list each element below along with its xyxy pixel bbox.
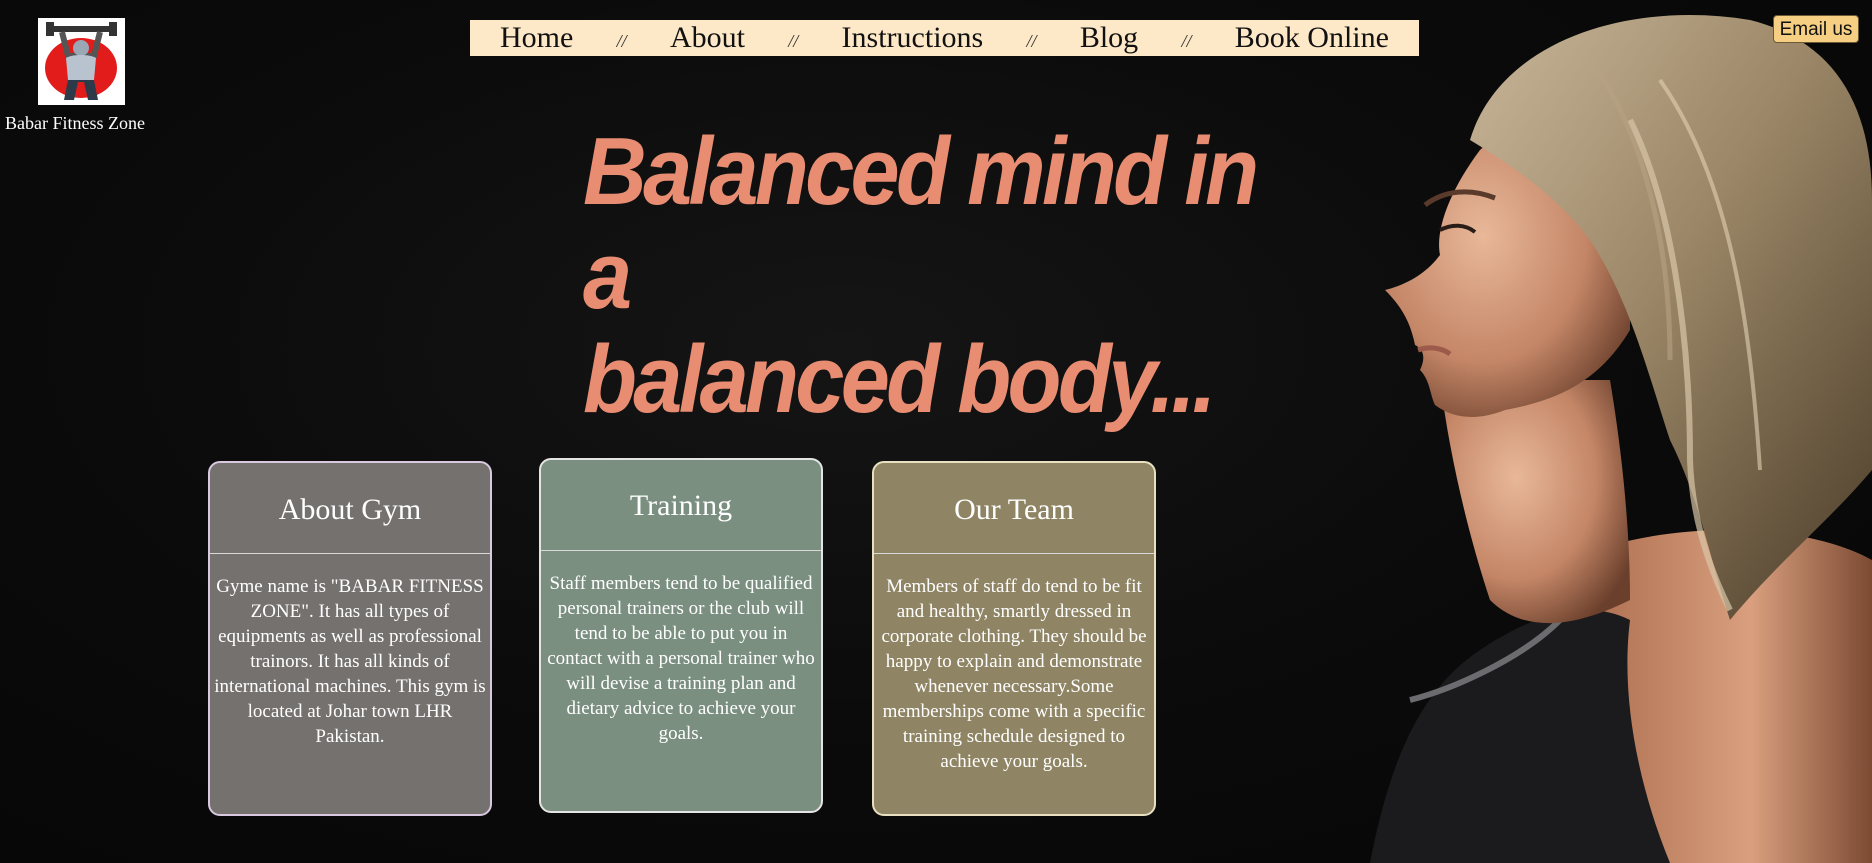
about-gym-card: About Gym Gyme name is "BABAR FITNESS ZO… <box>208 461 492 816</box>
hero-woman-image <box>1370 15 1872 863</box>
weightlifter-logo-icon[interactable] <box>38 18 125 105</box>
brand-name: Babar Fitness Zone <box>5 113 145 133</box>
nav-instructions-link[interactable]: Instructions <box>842 20 984 56</box>
nav-separator: // <box>1026 31 1037 51</box>
card-body: Members of staff do tend to be fit and h… <box>881 576 1147 772</box>
our-team-card: Our Team Members of staff do tend to be … <box>872 461 1156 816</box>
main-nav: Home // About // Instructions // Blog //… <box>470 20 1419 56</box>
hero-headline-line1: Balanced mind in a <box>583 118 1259 329</box>
nav-separator: // <box>788 31 799 51</box>
brand-logo-block[interactable]: Babar Fitness Zone <box>0 18 160 134</box>
card-title: Training <box>541 460 821 551</box>
nav-separator: // <box>616 31 627 51</box>
nav-about-link[interactable]: About <box>670 20 745 56</box>
hero-headline: Balanced mind in a balanced body... <box>583 120 1282 432</box>
card-body: Staff members tend to be qualified perso… <box>547 573 815 744</box>
email-us-button[interactable]: Email us <box>1773 15 1859 43</box>
nav-book-online-link[interactable]: Book Online <box>1235 20 1389 56</box>
hero-headline-line2: balanced body... <box>583 326 1217 433</box>
nav-blog-link[interactable]: Blog <box>1080 20 1138 56</box>
nav-home-link[interactable]: Home <box>500 20 573 56</box>
card-body: Gyme name is "BABAR FITNESS ZONE". It ha… <box>214 576 486 747</box>
card-title: Our Team <box>874 463 1154 554</box>
nav-separator: // <box>1181 31 1192 51</box>
training-card: Training Staff members tend to be qualif… <box>539 458 823 813</box>
card-title: About Gym <box>210 463 490 554</box>
page: Babar Fitness Zone Home // About // Inst… <box>0 0 1872 863</box>
